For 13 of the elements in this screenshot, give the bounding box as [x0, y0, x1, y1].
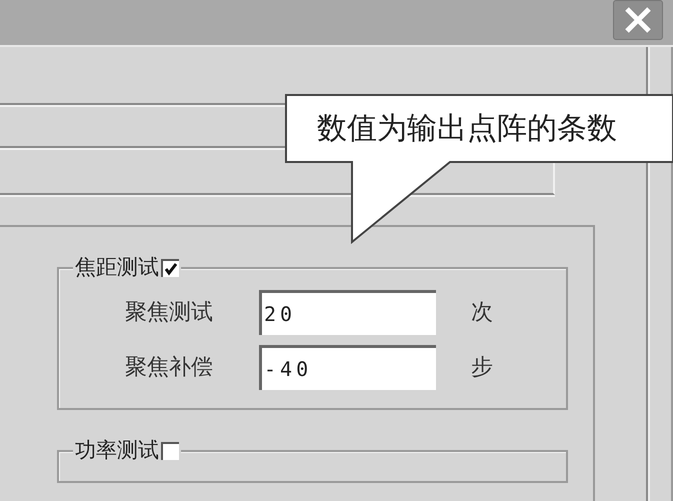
field-label: 聚焦补偿 — [124, 354, 214, 382]
input-field[interactable]: -40 — [259, 345, 436, 390]
unit-label: 次 — [471, 299, 493, 328]
group-title: 焦距测试 — [75, 255, 159, 280]
field-label: 聚焦测试 — [124, 299, 214, 328]
close-icon — [623, 5, 653, 35]
close-button[interactable] — [613, 0, 663, 40]
input-field[interactable]: 20 — [259, 290, 436, 336]
unit-label: 步 — [471, 354, 493, 382]
checkbox[interactable] — [161, 258, 179, 277]
group-title: 功率测试 — [75, 438, 159, 464]
callout-text: 数值为输出点阵的条数 — [317, 110, 617, 148]
checkbox[interactable] — [161, 442, 179, 460]
